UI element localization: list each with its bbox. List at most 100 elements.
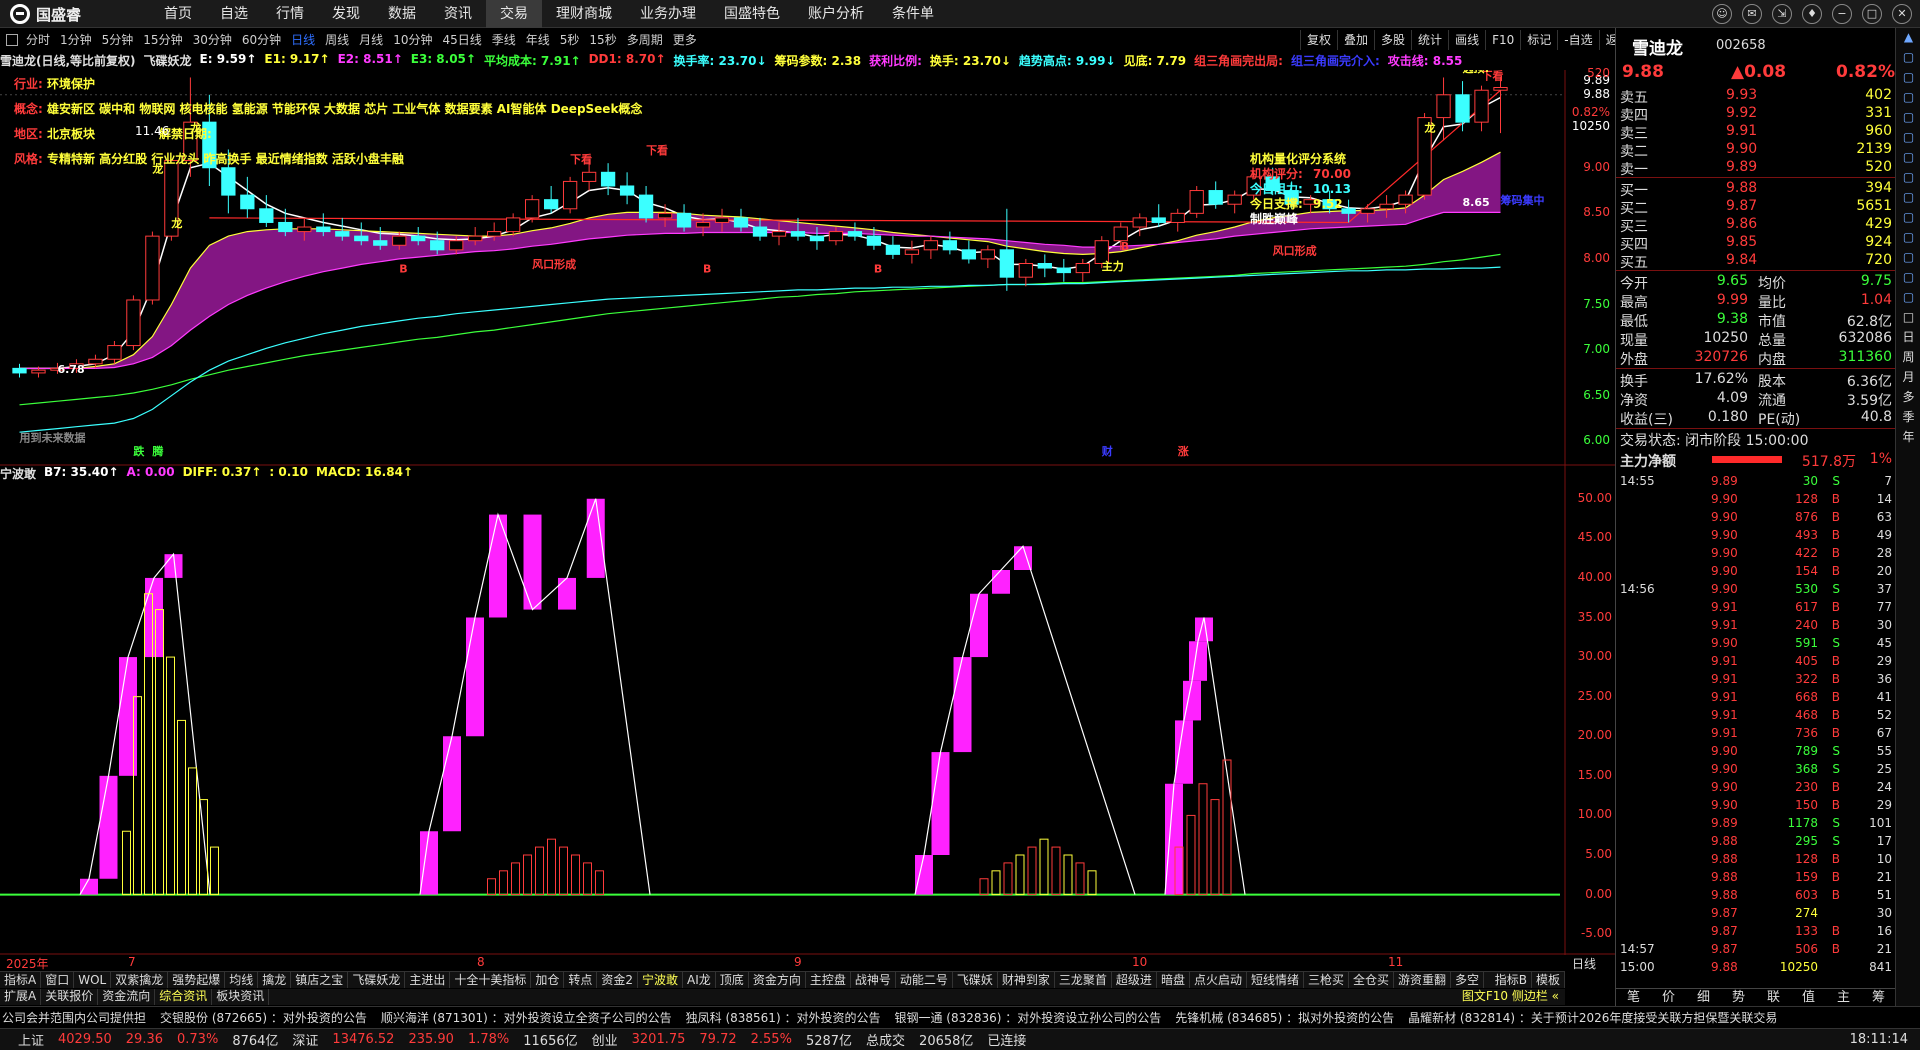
- indicator-tab[interactable]: 主进出: [405, 972, 451, 988]
- period-tab[interactable]: 月线: [354, 30, 388, 50]
- indicator-tab[interactable]: 全仓买: [1349, 972, 1395, 988]
- indicator-tab[interactable]: 转点: [564, 972, 598, 988]
- indicator-tab[interactable]: 暗盘: [1157, 972, 1190, 988]
- period-tab[interactable]: 5秒: [555, 30, 585, 50]
- indicator-tab[interactable]: 动能二号: [896, 972, 953, 988]
- quote-tab[interactable]: 筹: [1861, 989, 1896, 1006]
- indicator-tab[interactable]: 战神号: [851, 972, 896, 988]
- news-item[interactable]: 先锋机械 (834685) ：拟对外投资的公告: [1173, 1007, 1406, 1028]
- indicator-tab[interactable]: 多空: [1451, 972, 1485, 988]
- order-book-row[interactable]: 卖四 9.92 331: [1616, 104, 1896, 124]
- extension-tab[interactable]: 板块资讯: [212, 989, 270, 1005]
- order-book-row[interactable]: 卖三 9.91 960: [1616, 122, 1896, 142]
- side-period-button[interactable]: 季: [1896, 408, 1920, 426]
- quote-tab[interactable]: 值: [1791, 989, 1826, 1006]
- order-book-row[interactable]: 卖一 9.89 520: [1616, 158, 1896, 178]
- quote-tab[interactable]: 联: [1756, 989, 1791, 1006]
- indicator-tab[interactable]: AI龙: [683, 972, 716, 988]
- period-tab[interactable]: 日线: [286, 30, 320, 50]
- side-period-button[interactable]: 日: [1896, 328, 1920, 346]
- indicator-tab[interactable]: 十全十美指标: [450, 972, 532, 988]
- quote-tab[interactable]: 势: [1721, 989, 1756, 1006]
- cy-label[interactable]: 创业: [592, 1030, 618, 1049]
- indicator-tab[interactable]: 飞碟妖: [953, 972, 998, 988]
- menu-item[interactable]: 账户分析: [794, 0, 878, 28]
- doc-icon[interactable]: ▢: [1896, 248, 1920, 266]
- news-item[interactable]: 晶耀新材 (832814) ：关于预计2026年度接受关联方担保暨关联交易: [1406, 1007, 1789, 1028]
- chart-tool-button[interactable]: 统计: [1411, 30, 1448, 50]
- extension-tab[interactable]: 综合资讯: [155, 989, 213, 1005]
- period-tab[interactable]: 45日线: [437, 30, 486, 50]
- extension-tab[interactable]: 扩展A: [0, 989, 42, 1005]
- indicator-tab[interactable]: 顶底: [716, 972, 749, 988]
- side-period-button[interactable]: 年: [1896, 428, 1920, 446]
- rss-icon[interactable]: ▢: [1896, 148, 1920, 166]
- extension-tab[interactable]: 关联报价: [41, 989, 99, 1005]
- period-tab[interactable]: 5分钟: [97, 30, 139, 50]
- indicator-tab[interactable]: 游资重翻: [1394, 972, 1452, 988]
- chart-tool-button[interactable]: F10: [1485, 30, 1520, 50]
- skin-icon[interactable]: ♦: [1802, 4, 1822, 24]
- menu-item[interactable]: 交易: [486, 0, 542, 28]
- indicator-tab[interactable]: 强势起爆: [168, 972, 226, 988]
- refresh-icon[interactable]: ▢: [1896, 128, 1920, 146]
- chart-tool-button[interactable]: 多股: [1374, 30, 1411, 50]
- chart-tool-button[interactable]: 叠加: [1337, 30, 1374, 50]
- sh-label[interactable]: 上证: [18, 1030, 44, 1049]
- side-panel-toggle[interactable]: 图文F10 侧边栏 «: [1462, 989, 1565, 1005]
- indicator-tab[interactable]: 短线情绪: [1247, 972, 1304, 988]
- order-book-row[interactable]: 买四 9.85 924: [1616, 233, 1896, 253]
- layout-toggle-icon[interactable]: [6, 34, 18, 46]
- mail-icon[interactable]: ✉: [1742, 4, 1762, 24]
- chart-tool-button[interactable]: 复权: [1300, 30, 1337, 50]
- maximize-icon[interactable]: □: [1862, 4, 1882, 24]
- menu-item[interactable]: 国盛特色: [710, 0, 794, 28]
- period-tab[interactable]: 30分钟: [188, 30, 237, 50]
- order-book-row[interactable]: 买二 9.87 5651: [1616, 197, 1896, 217]
- chart-tool-button[interactable]: 标记: [1520, 30, 1557, 50]
- menu-item[interactable]: 数据: [374, 0, 430, 28]
- indicator-tab[interactable]: 财神到家: [998, 972, 1055, 988]
- side-period-button[interactable]: 多: [1896, 388, 1920, 406]
- menu-item[interactable]: 业务办理: [626, 0, 710, 28]
- minimize-corner-icon[interactable]: ⇲: [1772, 4, 1792, 24]
- indicator-tab[interactable]: 指标A: [0, 972, 42, 988]
- menu-item[interactable]: 自选: [206, 0, 262, 28]
- sz-label[interactable]: 深证: [292, 1030, 318, 1049]
- menu-item[interactable]: 行情: [262, 0, 318, 28]
- news-item[interactable]: 银钢一通 (832836) ：对外投资设立孙公司的公告: [892, 1007, 1173, 1028]
- news-item[interactable]: 公司会并范围内公司提供担: [0, 1007, 158, 1028]
- scroll-icon[interactable]: ▢: [1896, 268, 1920, 286]
- alert-icon[interactable]: ▢: [1896, 208, 1920, 226]
- indicator-tab[interactable]: 资金2: [597, 972, 639, 988]
- up-arrow-icon[interactable]: ▲: [1896, 28, 1920, 46]
- menu-item[interactable]: 条件单: [878, 0, 948, 28]
- period-tab[interactable]: 60分钟: [237, 30, 286, 50]
- order-book-row[interactable]: 卖二 9.90 2139: [1616, 140, 1896, 160]
- indicator-tab[interactable]: 双紫擒龙: [111, 972, 169, 988]
- period-tab[interactable]: 15分钟: [138, 30, 187, 50]
- flag-icon[interactable]: ▢: [1896, 88, 1920, 106]
- menu-item[interactable]: 理财商城: [542, 0, 626, 28]
- chart-icon[interactable]: ▢: [1896, 108, 1920, 126]
- period-tab[interactable]: 更多: [668, 30, 702, 50]
- news-item[interactable]: 交银股份 (872665) ：对外投资的公告: [158, 1007, 379, 1028]
- indicator-tab[interactable]: 点火启动: [1190, 972, 1247, 988]
- search-icon[interactable]: ▢: [1896, 168, 1920, 186]
- indicator-tab[interactable]: 资金方向: [749, 972, 806, 988]
- quote-tab[interactable]: 主: [1826, 989, 1861, 1006]
- menu-item[interactable]: 资讯: [430, 0, 486, 28]
- quote-tab[interactable]: 笔: [1616, 989, 1651, 1006]
- order-book-row[interactable]: 买五 9.84 720: [1616, 251, 1896, 271]
- message-icon[interactable]: ☺: [1712, 4, 1732, 24]
- side-period-button[interactable]: 月: [1896, 368, 1920, 386]
- info-icon[interactable]: ▢: [1896, 68, 1920, 86]
- indicator-tab[interactable]: 宁波敢: [638, 972, 684, 988]
- extension-tab[interactable]: 资金流向: [98, 989, 156, 1005]
- close-icon[interactable]: ✕: [1892, 4, 1912, 24]
- indicator-tab[interactable]: 飞碟妖龙: [348, 972, 406, 988]
- settings-icon[interactable]: ▢: [1896, 48, 1920, 66]
- indicator-tab[interactable]: 主控盘: [806, 972, 851, 988]
- period-tab[interactable]: 分时: [21, 30, 55, 50]
- period-tab[interactable]: 年线: [521, 30, 555, 50]
